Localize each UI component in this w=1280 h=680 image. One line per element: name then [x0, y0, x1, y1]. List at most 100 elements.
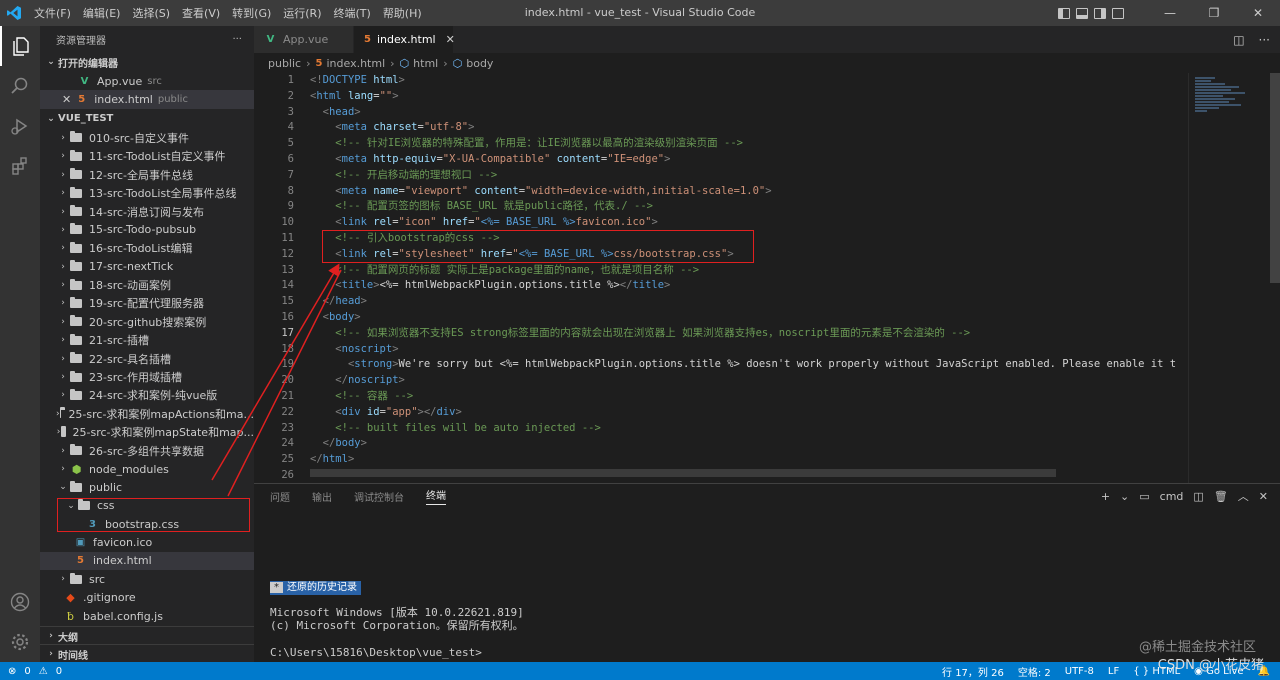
vertical-scrollbar[interactable] [1268, 73, 1280, 483]
tree-folder[interactable]: › 12-src-全局事件总线 [40, 166, 254, 184]
restore-button[interactable]: ❐ [1192, 0, 1236, 26]
chevron-right-icon: › [61, 574, 65, 585]
split-editor-icon[interactable]: ◫ [1233, 33, 1244, 47]
scrollbar-thumb[interactable] [1270, 73, 1280, 283]
new-terminal-icon[interactable]: + [1101, 490, 1110, 503]
tree-folder[interactable]: › 21-src-插槽 [40, 331, 254, 349]
explorer-title: 资源管理器 [56, 35, 106, 47]
tree-node-modules[interactable]: › ⬢ node_modules [40, 460, 254, 478]
menu-terminal[interactable]: 终端(T) [328, 5, 377, 21]
tree-folder[interactable]: › 25-src-求和案例mapState和map... [40, 423, 254, 441]
open-editors-header[interactable]: ⌄ 打开的编辑器 [40, 52, 254, 72]
tree-folder[interactable]: › 20-src-github搜索案例 [40, 313, 254, 331]
menu-view[interactable]: 查看(V) [176, 5, 226, 21]
tree-folder[interactable]: › 25-src-求和案例mapActions和ma... [40, 405, 254, 423]
tab-app-vue[interactable]: V App.vue [254, 26, 354, 53]
run-debug-icon[interactable] [0, 106, 40, 146]
breadcrumb-item[interactable]: body [466, 57, 493, 70]
tab-index-html[interactable]: 5 index.html ✕ [354, 26, 455, 53]
tree-folder[interactable]: › 22-src-具名插槽 [40, 349, 254, 367]
manage-gear-icon[interactable] [0, 622, 40, 662]
tab-terminal[interactable]: 终端 [426, 487, 446, 505]
vscode-logo-icon [0, 0, 28, 26]
restored-history-banner: * 还原的历史记录 [270, 581, 361, 595]
tree-folder[interactable]: › 16-src-TodoList编辑 [40, 239, 254, 257]
tree-babel-config[interactable]: ƀ babel.config.js [40, 607, 254, 625]
cursor-position[interactable]: 行 17，列 26 [942, 664, 1004, 679]
tree-folder[interactable]: › 23-src-作用域插槽 [40, 368, 254, 386]
trash-icon[interactable]: 🗑 [1214, 490, 1228, 503]
outline-header[interactable]: › 大纲 [40, 626, 254, 646]
code-editor[interactable]: 1 2 3 4 5 6 7 8 9 10 11 12 13 14 15 16 1… [254, 73, 1280, 483]
tree-folder[interactable]: › 14-src-消息订阅与发布 [40, 202, 254, 220]
menu-selection[interactable]: 选择(S) [126, 5, 176, 21]
menu-help[interactable]: 帮助(H) [377, 5, 428, 21]
restored-star: * [270, 582, 283, 593]
terminal-shell-label[interactable]: cmd [1160, 490, 1184, 503]
terminal-output[interactable]: * 还原的历史记录 Microsoft Windows [版本 10.0.2262… [270, 580, 524, 660]
tree-folder[interactable]: › 24-src-求和案例-纯vue版 [40, 386, 254, 404]
tree-favicon[interactable]: ▣ favicon.ico [40, 533, 254, 551]
menu-edit[interactable]: 编辑(E) [77, 5, 127, 21]
horizontal-scrollbar[interactable] [310, 469, 1056, 477]
toggle-sidebar-icon[interactable] [1058, 7, 1070, 19]
extensions-icon[interactable] [0, 146, 40, 186]
chevron-right-icon: › [61, 353, 65, 364]
chevron-down-icon[interactable]: ⌄ [1120, 490, 1129, 503]
error-count[interactable]: 0 [24, 666, 30, 677]
code-line: </html> [310, 453, 355, 466]
breadcrumb-item[interactable]: public [268, 57, 301, 70]
tree-public[interactable]: ⌄ public [40, 478, 254, 496]
toggle-panel-icon[interactable] [1076, 7, 1088, 19]
open-editor-app-vue[interactable]: V App.vue src [40, 72, 254, 90]
tree-folder[interactable]: › 18-src-动画案例 [40, 276, 254, 294]
warning-icon[interactable]: ⚠ [39, 666, 48, 677]
tree-folder[interactable]: › 010-src-自定义事件 [40, 129, 254, 147]
close-panel-icon[interactable]: ✕ [1259, 490, 1268, 503]
tab-problems[interactable]: 问题 [270, 489, 290, 504]
more-actions-icon[interactable]: ··· [1259, 33, 1270, 47]
explorer-icon[interactable] [0, 26, 40, 66]
tree-folder[interactable]: › 13-src-TodoList全局事件总线 [40, 184, 254, 202]
minimize-button[interactable]: — [1148, 0, 1192, 26]
account-icon[interactable] [0, 582, 40, 622]
minimap[interactable] [1188, 73, 1266, 483]
menu-go[interactable]: 转到(G) [226, 5, 277, 21]
activity-bar [0, 26, 40, 662]
split-terminal-icon[interactable]: ◫ [1193, 490, 1203, 503]
indentation[interactable]: 空格: 2 [1018, 664, 1051, 679]
tab-debug-console[interactable]: 调试控制台 [354, 489, 404, 504]
line-number: 22 [281, 405, 294, 418]
search-icon[interactable] [0, 66, 40, 106]
menu-file[interactable]: 文件(F) [28, 5, 77, 21]
maximize-panel-icon[interactable]: ︿ [1238, 488, 1249, 504]
folder-name: 24-src-求和案例-纯vue版 [89, 389, 218, 403]
tree-src[interactable]: › src [40, 570, 254, 588]
toggle-secondary-sidebar-icon[interactable] [1094, 7, 1106, 19]
close-window-button[interactable]: ✕ [1236, 0, 1280, 26]
menu-run[interactable]: 运行(R) [277, 5, 327, 21]
code-content[interactable]: <!DOCTYPE html> <html lang=""> <head> <m… [310, 73, 1190, 483]
folder-name: 14-src-消息订阅与发布 [89, 205, 204, 219]
warning-count[interactable]: 0 [56, 666, 62, 677]
tree-gitignore[interactable]: ◆ .gitignore [40, 589, 254, 607]
tree-folder[interactable]: › 19-src-配置代理服务器 [40, 294, 254, 312]
breadcrumb-item[interactable]: index.html [326, 57, 385, 70]
tree-folder[interactable]: › 11-src-TodoList自定义事件 [40, 147, 254, 165]
workspace-header[interactable]: ⌄ VUE_TEST [40, 109, 254, 129]
tree-folder[interactable]: › 17-src-nextTick [40, 258, 254, 276]
more-actions-icon[interactable]: ··· [232, 34, 242, 45]
customize-layout-icon[interactable] [1112, 7, 1124, 19]
error-icon[interactable]: ⊗ [8, 666, 16, 677]
open-editor-index-html[interactable]: ✕ 5 index.html public [40, 90, 254, 109]
tree-folder[interactable]: › 15-src-Todo-pubsub [40, 221, 254, 239]
tree-folder[interactable]: › 26-src-多组件共享数据 [40, 441, 254, 459]
tree-index-html[interactable]: 5 index.html [40, 551, 254, 571]
close-icon[interactable]: ✕ [62, 93, 71, 106]
tab-output[interactable]: 输出 [312, 489, 332, 504]
timeline-header[interactable]: › 时间线 [40, 644, 254, 662]
end-of-line[interactable]: LF [1108, 666, 1119, 677]
breadcrumb-item[interactable]: html [413, 57, 438, 70]
close-tab-icon[interactable]: ✕ [446, 33, 455, 46]
encoding[interactable]: UTF-8 [1065, 666, 1094, 677]
